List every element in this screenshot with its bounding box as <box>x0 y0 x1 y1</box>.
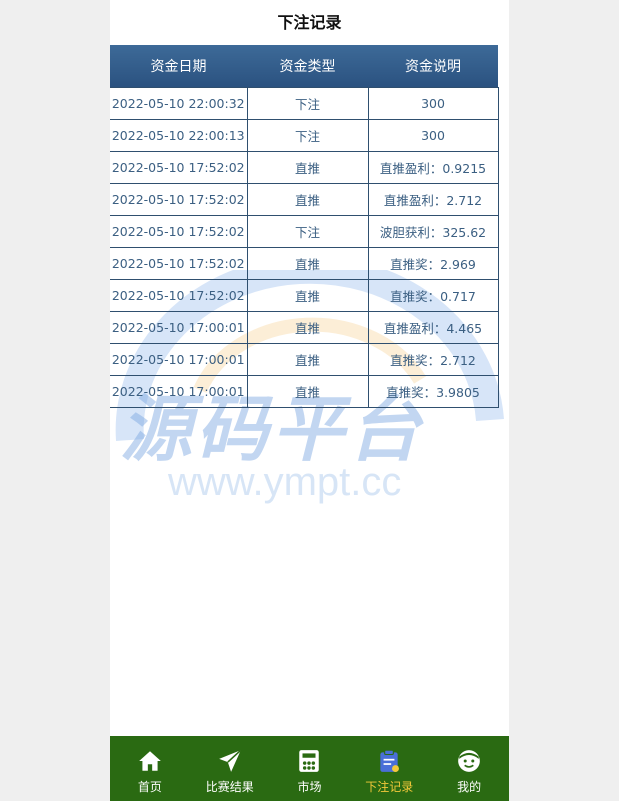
paper-plane-icon <box>218 749 242 772</box>
tab-label: 市场 <box>297 780 322 794</box>
bottom-tab-bar: 首页 比赛结果 市场 下注记录 我的 <box>110 736 509 801</box>
column-header-date: 资金日期 <box>110 45 247 88</box>
tab-label: 比赛结果 <box>205 780 254 794</box>
cell-type: 直推 <box>246 279 369 312</box>
cell-date: 2022-05-10 17:00:01 <box>110 375 248 408</box>
tab-label: 首页 <box>137 780 162 794</box>
cell-type: 直推 <box>246 343 369 376</box>
cell-type: 直推 <box>246 311 369 344</box>
cell-type: 下注 <box>246 215 369 248</box>
table-row: 2022-05-10 22:00:32 下注 300 <box>110 87 499 120</box>
table-row: 2022-05-10 22:00:13 下注 300 <box>110 119 499 152</box>
phone-screen: 下注记录 资金日期 资金类型 资金说明 2022-05-10 22:00:32 … <box>110 0 509 801</box>
table-row: 2022-05-10 17:52:02 下注 波胆获利：325.62 <box>110 215 499 248</box>
cell-type: 下注 <box>246 119 369 152</box>
market-icon <box>299 750 320 772</box>
tab-label: 下注记录 <box>365 780 414 794</box>
cell-type: 直推 <box>246 183 369 216</box>
cell-date: 2022-05-10 17:52:02 <box>110 247 248 280</box>
table-row: 2022-05-10 17:52:02 直推 直推奖：0.717 <box>110 279 499 312</box>
cell-date: 2022-05-10 22:00:32 <box>110 87 248 120</box>
tab-me[interactable]: 我的 <box>429 736 509 801</box>
column-header-description: 资金说明 <box>368 45 498 88</box>
cell-date: 2022-05-10 17:52:02 <box>110 183 248 216</box>
cell-description: 300 <box>367 87 499 120</box>
page-title: 下注记录 <box>110 0 509 45</box>
cell-date: 2022-05-10 17:52:02 <box>110 151 248 184</box>
cell-date: 2022-05-10 17:00:01 <box>110 343 248 376</box>
cell-description: 300 <box>367 119 499 152</box>
cell-type: 下注 <box>246 87 369 120</box>
cell-description: 直推奖：0.717 <box>367 279 499 312</box>
watermark-url: www.ympt.cc <box>168 460 402 504</box>
cell-description: 直推奖：2.969 <box>367 247 499 280</box>
cell-type: 直推 <box>246 375 369 408</box>
table-row: 2022-05-10 17:52:02 直推 直推盈利：0.9215 <box>110 151 499 184</box>
table-row: 2022-05-10 17:00:01 直推 直推奖：2.712 <box>110 343 499 376</box>
table-header-row: 资金日期 资金类型 资金说明 <box>110 45 498 88</box>
records-table: 资金日期 资金类型 资金说明 2022-05-10 22:00:32 下注 30… <box>110 45 499 408</box>
cell-date: 2022-05-10 22:00:13 <box>110 119 248 152</box>
column-header-type: 资金类型 <box>247 45 368 88</box>
face-icon <box>458 750 480 772</box>
cell-description: 直推盈利：2.712 <box>367 183 499 216</box>
tab-home[interactable]: 首页 <box>110 736 190 801</box>
cell-description: 直推盈利：0.9215 <box>367 151 499 184</box>
tab-match-results[interactable]: 比赛结果 <box>190 736 270 801</box>
cell-date: 2022-05-10 17:52:02 <box>110 215 248 248</box>
table-row: 2022-05-10 17:52:02 直推 直推盈利：2.712 <box>110 183 499 216</box>
clipboard-icon <box>380 749 400 773</box>
cell-description: 波胆获利：325.62 <box>367 215 499 248</box>
tab-label: 我的 <box>457 780 482 794</box>
home-icon <box>139 751 161 771</box>
table-row: 2022-05-10 17:52:02 直推 直推奖：2.969 <box>110 247 499 280</box>
cell-date: 2022-05-10 17:52:02 <box>110 279 248 312</box>
tab-bet-records[interactable]: 下注记录 <box>349 736 429 801</box>
cell-date: 2022-05-10 17:00:01 <box>110 311 248 344</box>
cell-type: 直推 <box>246 247 369 280</box>
table-row: 2022-05-10 17:00:01 直推 直推盈利：4.465 <box>110 311 499 344</box>
table-row: 2022-05-10 17:00:01 直推 直推奖：3.9805 <box>110 375 499 408</box>
cell-description: 直推奖：3.9805 <box>367 375 499 408</box>
tab-market[interactable]: 市场 <box>270 736 350 801</box>
cell-type: 直推 <box>246 151 369 184</box>
cell-description: 直推奖：2.712 <box>367 343 499 376</box>
cell-description: 直推盈利：4.465 <box>367 311 499 344</box>
